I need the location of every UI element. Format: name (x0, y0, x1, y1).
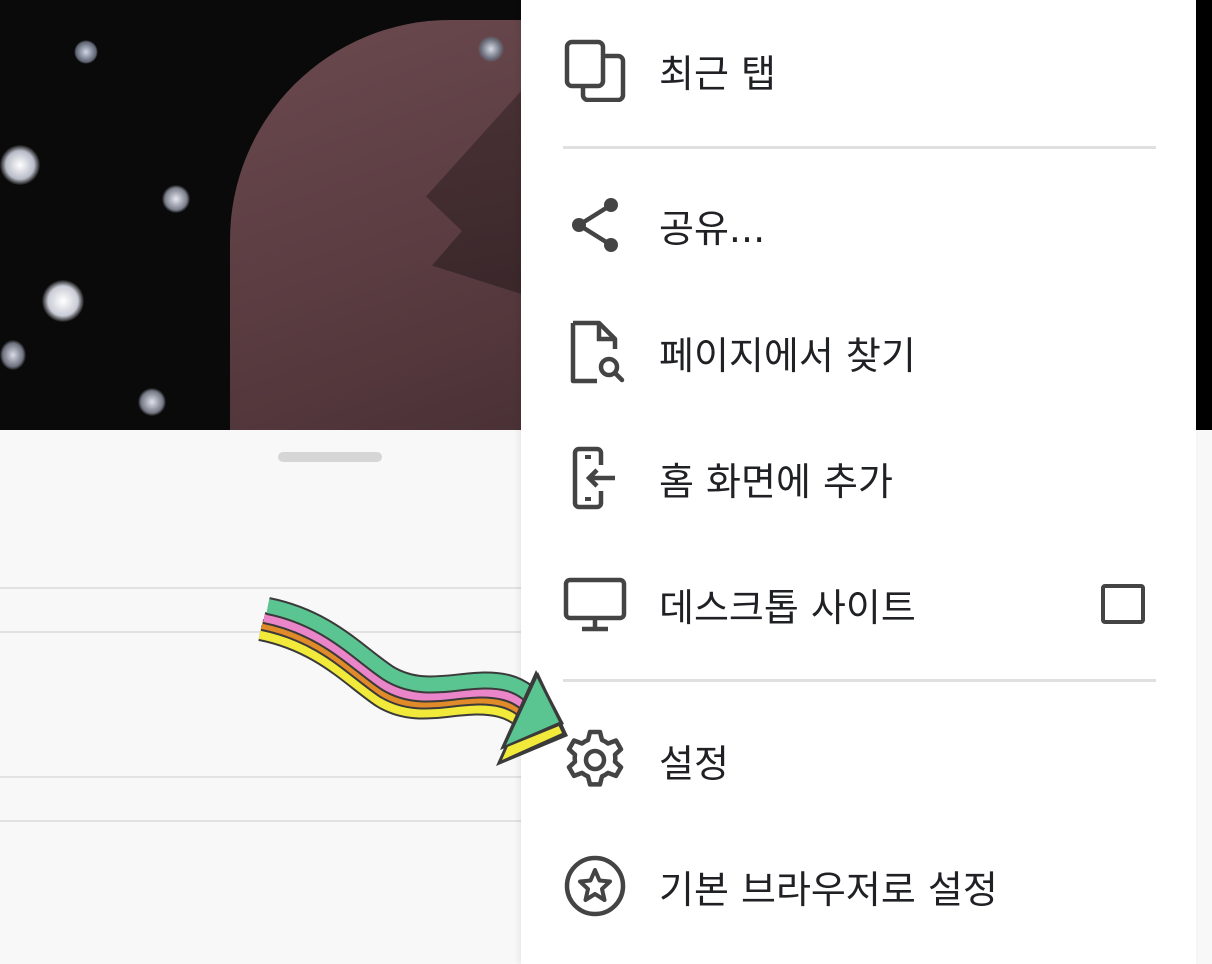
menu-item-settings[interactable]: 설정 (521, 710, 1196, 810)
menu-item-label: 페이지에서 찾기 (659, 333, 916, 378)
bokeh-light (74, 40, 98, 64)
menu-item-share[interactable]: 공유... (521, 175, 1196, 275)
add-to-home-screen-icon (561, 444, 629, 512)
menu-item-find-in-page[interactable]: 페이지에서 찾기 (521, 302, 1196, 402)
share-icon (561, 191, 629, 259)
desktop-site-checkbox[interactable] (1101, 584, 1145, 624)
menu-item-label: 공유... (659, 206, 766, 251)
menu-divider (563, 679, 1156, 682)
star-circle-icon (561, 852, 629, 920)
recent-tabs-icon (561, 36, 629, 104)
bokeh-light (0, 145, 40, 185)
menu-item-label: 홈 화면에 추가 (659, 459, 893, 504)
bokeh-light (138, 388, 166, 416)
find-in-page-icon (561, 318, 629, 386)
bokeh-light (0, 340, 26, 370)
menu-item-desktop-site[interactable]: 데스크톱 사이트 (521, 554, 1196, 654)
bokeh-light (478, 36, 504, 62)
browser-overflow-menu: 최근 탭 공유... 페이지에서 찾기 홈 화면에 추가 데스크톱 사이트 설정… (521, 0, 1196, 964)
menu-item-add-to-home-screen[interactable]: 홈 화면에 추가 (521, 428, 1196, 528)
menu-item-set-default-browser[interactable]: 기본 브라우저로 설정 (521, 836, 1196, 936)
annotation-arrow (258, 597, 568, 766)
sheet-corner (1196, 430, 1212, 964)
menu-divider (563, 146, 1156, 149)
menu-item-recent-tabs[interactable]: 최근 탭 (521, 20, 1196, 120)
menu-item-label: 기본 브라우저로 설정 (659, 867, 998, 912)
menu-item-label: 최근 탭 (659, 51, 776, 96)
bokeh-light (42, 280, 84, 322)
bokeh-light (162, 185, 190, 213)
sheet-drag-handle[interactable] (278, 452, 382, 462)
menu-item-label: 데스크톱 사이트 (659, 585, 916, 630)
menu-item-label: 설정 (659, 741, 729, 786)
screen-edge (1196, 0, 1212, 430)
